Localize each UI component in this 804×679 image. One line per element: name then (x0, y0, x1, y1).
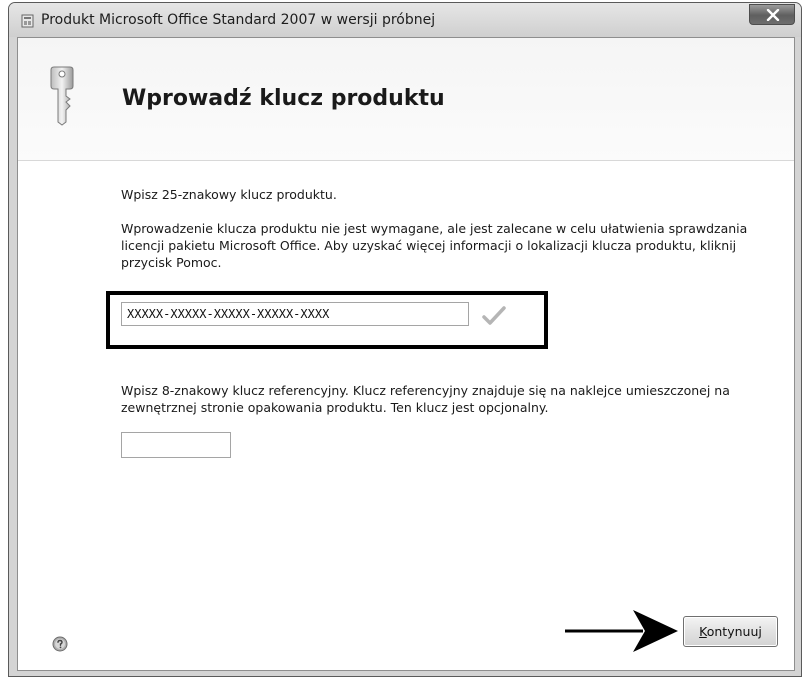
product-key-input[interactable] (121, 302, 469, 326)
arrow-pointer-icon (565, 610, 678, 652)
office-setup-icon (21, 14, 34, 28)
installer-window: Produkt Microsoft Office Standard 2007 w… (8, 2, 802, 677)
description-text: Wprowadzenie klucza produktu nie jest wy… (121, 221, 748, 270)
checkmark-icon (482, 306, 506, 325)
key-icon (50, 66, 74, 126)
continue-label: ontynuuj (706, 624, 762, 639)
close-button[interactable] (749, 4, 795, 25)
intro-text: Wpisz 25-znakowy klucz produktu. (121, 187, 337, 202)
reference-key-description: Wpisz 8-znakowy klucz referencyjny. Kluc… (121, 383, 730, 415)
window-title: Produkt Microsoft Office Standard 2007 w… (41, 12, 436, 28)
dialog-content: Wprowadź klucz produktu Wpisz 25-znakowy… (17, 37, 795, 671)
close-x-icon (766, 9, 780, 21)
reference-key-input[interactable] (121, 432, 231, 458)
continue-mnemonic: K (699, 624, 707, 639)
title-bar[interactable]: Produkt Microsoft Office Standard 2007 w… (9, 3, 801, 37)
help-icon[interactable] (52, 636, 68, 652)
page-title: Wprowadź klucz produktu (122, 86, 445, 111)
dialog-header: Wprowadź klucz produktu (18, 38, 794, 161)
continue-button[interactable]: Kontynuuj (683, 616, 778, 647)
